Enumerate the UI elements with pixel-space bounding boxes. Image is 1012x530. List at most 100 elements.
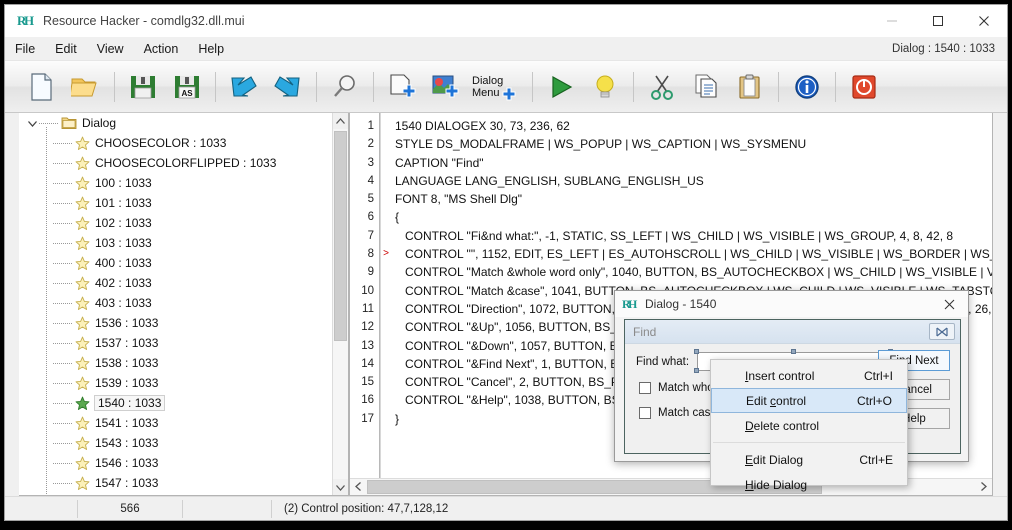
- tree-item-label: 1538 : 1033: [95, 356, 159, 370]
- resource-star-icon: [75, 316, 90, 331]
- toolbar-separator: [532, 71, 533, 102]
- tree-item[interactable]: 1541 : 1033: [19, 413, 332, 433]
- code-line: CONTROL "", 1152, EDIT, ES_LEFT | ES_AUT…: [395, 247, 992, 262]
- tree-item[interactable]: 1537 : 1033: [19, 333, 332, 353]
- new-file-icon[interactable]: [21, 65, 63, 109]
- tree-item[interactable]: 100 : 1033: [19, 173, 332, 193]
- search-icon[interactable]: [324, 65, 366, 109]
- maximize-icon[interactable]: [915, 5, 961, 36]
- tree-vertical-scrollbar[interactable]: [332, 113, 348, 495]
- close-icon[interactable]: [934, 293, 964, 315]
- save-icon[interactable]: [122, 65, 164, 109]
- tree-item[interactable]: 1538 : 1033: [19, 353, 332, 373]
- scroll-thumb[interactable]: [334, 131, 347, 341]
- idea-lightbulb-icon[interactable]: [584, 65, 626, 109]
- match-case-checkbox[interactable]: Match case: [639, 407, 717, 419]
- tree-item[interactable]: CHOOSECOLOR : 1033: [19, 133, 332, 153]
- line-number: 10: [361, 284, 374, 297]
- toolbar-separator: [114, 71, 115, 102]
- copy-icon[interactable]: [685, 65, 727, 109]
- tree-item[interactable]: 101 : 1033: [19, 193, 332, 213]
- tree-item[interactable]: 1536 : 1033: [19, 313, 332, 333]
- menu-item-edit[interactable]: Edit: [45, 39, 87, 59]
- tree-connector: [53, 422, 73, 424]
- resize-handle-n[interactable]: [791, 349, 796, 354]
- tree-item[interactable]: 1546 : 1033: [19, 453, 332, 473]
- tree-item[interactable]: 1539 : 1033: [19, 373, 332, 393]
- close-box-icon[interactable]: [929, 323, 955, 340]
- tree-connector: [53, 242, 73, 244]
- hscroll-left-arrow[interactable]: [350, 481, 367, 493]
- menu-bar: File Edit View Action Help Dialog : 1540…: [5, 37, 1007, 61]
- line-number: 5: [367, 193, 374, 206]
- context-menu-item[interactable]: Hide Dialog: [711, 472, 907, 497]
- export-arrow-icon[interactable]: [267, 65, 309, 109]
- cut-icon[interactable]: [641, 65, 683, 109]
- context-menu-item-label: Edit control: [746, 393, 807, 408]
- context-menu-item[interactable]: Insert control Ctrl+I: [711, 363, 907, 388]
- tree-item[interactable]: 1540 : 1033: [19, 393, 332, 413]
- resource-star-icon: [75, 456, 90, 471]
- compile-run-icon[interactable]: [540, 65, 582, 109]
- about-info-icon[interactable]: [786, 65, 828, 109]
- checkbox-box-icon: [639, 407, 651, 419]
- context-menu[interactable]: Insert control Ctrl+I Edit control Ctrl+O De…: [710, 359, 908, 492]
- tree-item[interactable]: 403 : 1033: [19, 293, 332, 313]
- tree-item[interactable]: 1549 : 1033: [19, 493, 332, 495]
- scroll-down-arrow[interactable]: [333, 479, 348, 495]
- tree-item-label: 1540 : 1033: [93, 395, 166, 411]
- resource-star-icon: [75, 176, 90, 191]
- menu-item-action[interactable]: Action: [134, 39, 189, 59]
- context-menu-accelerator: Ctrl+O: [856, 393, 892, 408]
- tree-item-label: CHOOSECOLOR : 1033: [95, 136, 227, 150]
- tree-item[interactable]: CHOOSECOLORFLIPPED : 1033: [19, 153, 332, 173]
- add-image-resource-icon[interactable]: [425, 65, 467, 109]
- scroll-up-arrow[interactable]: [333, 113, 348, 129]
- toolbar-separator: [215, 71, 216, 102]
- context-menu-item-label: Edit Dialog: [745, 452, 804, 467]
- tree-item[interactable]: 102 : 1033: [19, 213, 332, 233]
- import-arrow-icon[interactable]: [223, 65, 265, 109]
- exit-icon[interactable]: [843, 65, 885, 109]
- resource-star-icon: [75, 236, 90, 251]
- tree-connector: [53, 442, 73, 444]
- expand-chevron-icon[interactable]: [25, 120, 39, 127]
- menu-item-file[interactable]: File: [5, 39, 45, 59]
- line-number-gutter: 1 2 3 4 5 6 7 8 9 10 11 12 13 14 15 16 17: [350, 113, 380, 478]
- minimize-icon[interactable]: [869, 5, 915, 36]
- menu-item-help[interactable]: Help: [188, 39, 234, 59]
- tree-item[interactable]: 1543 : 1033: [19, 433, 332, 453]
- resource-star-icon: [75, 336, 90, 351]
- resource-path-label: Dialog : 1540 : 1033: [892, 43, 995, 55]
- resize-handle-sw[interactable]: [694, 368, 699, 373]
- resize-handle-nw[interactable]: [694, 349, 699, 354]
- hscroll-right-arrow[interactable]: [975, 481, 992, 493]
- open-folder-icon[interactable]: [65, 65, 107, 109]
- dialog-menu-icon[interactable]: Dialog Menu: [469, 65, 525, 109]
- tree-item[interactable]: 402 : 1033: [19, 273, 332, 293]
- resource-tree[interactable]: Dialog CHOOSECOLOR : 1033 CHOOSECOLORFLIPP…: [19, 113, 349, 496]
- tree-connector: [39, 122, 59, 124]
- context-menu-item[interactable]: Edit control Ctrl+O: [711, 388, 907, 413]
- resource-star-icon: [75, 216, 90, 231]
- menu-item-view[interactable]: View: [87, 39, 134, 59]
- tree-item-label: 1537 : 1033: [95, 336, 159, 350]
- line-marker: [381, 190, 391, 208]
- line-number: 16: [361, 394, 374, 407]
- add-binary-resource-icon[interactable]: [381, 65, 423, 109]
- toolbar-separator: [778, 71, 779, 102]
- tree-item[interactable]: 1547 : 1033: [19, 473, 332, 493]
- context-menu-item[interactable]: Delete control: [711, 413, 907, 438]
- tree-item[interactable]: 400 : 1033: [19, 253, 332, 273]
- context-menu-item[interactable]: Edit Dialog Ctrl+E: [711, 447, 907, 472]
- close-icon[interactable]: [961, 5, 1007, 36]
- save-as-icon[interactable]: AS: [166, 65, 208, 109]
- tree-connector: [53, 322, 73, 324]
- line-marker: [381, 391, 391, 409]
- tree-connector: [53, 222, 73, 224]
- svg-text:Dialog: Dialog: [472, 75, 503, 87]
- tree-item[interactable]: 103 : 1033: [19, 233, 332, 253]
- line-number: 4: [367, 174, 374, 187]
- tree-root-dialog[interactable]: Dialog: [19, 113, 332, 133]
- paste-icon[interactable]: [729, 65, 771, 109]
